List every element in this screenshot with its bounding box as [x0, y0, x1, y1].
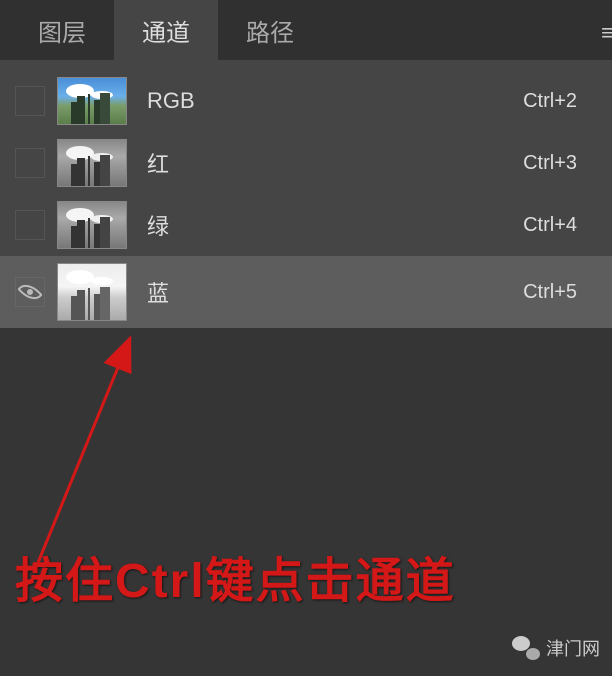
visibility-toggle[interactable]: [15, 277, 45, 307]
visibility-toggle[interactable]: [15, 148, 45, 178]
channel-row-red[interactable]: 红 Ctrl+3: [0, 132, 612, 194]
channel-shortcut: Ctrl+4: [523, 214, 597, 237]
channel-thumbnail: [57, 77, 127, 125]
watermark: 津门网: [512, 635, 600, 661]
channel-name: 红: [139, 147, 511, 179]
channel-row-rgb[interactable]: RGB Ctrl+2: [0, 70, 612, 132]
channel-shortcut: Ctrl+2: [523, 90, 597, 113]
visibility-toggle[interactable]: [15, 86, 45, 116]
tab-paths[interactable]: 路径: [218, 0, 322, 63]
watermark-text: 津门网: [546, 635, 600, 661]
channel-shortcut: Ctrl+5: [523, 281, 597, 304]
channel-thumbnail: [57, 263, 127, 321]
channel-shortcut: Ctrl+3: [523, 152, 597, 175]
channel-thumbnail: [57, 201, 127, 249]
tab-layers[interactable]: 图层: [10, 0, 114, 63]
channel-row-green[interactable]: 绿 Ctrl+4: [0, 194, 612, 256]
panel-menu-icon[interactable]: ≡: [601, 20, 612, 46]
channel-name: RGB: [139, 88, 511, 114]
annotation-text: 按住Ctrl键点击通道: [15, 541, 456, 611]
panel-tabs: 图层 通道 路径 ≡: [0, 0, 612, 60]
channel-name: 蓝: [139, 276, 511, 308]
visibility-toggle[interactable]: [15, 210, 45, 240]
channel-thumbnail: [57, 139, 127, 187]
eye-icon: [17, 279, 42, 304]
channel-name: 绿: [139, 209, 511, 241]
tab-channels[interactable]: 通道: [114, 0, 218, 63]
channel-row-blue[interactable]: 蓝 Ctrl+5: [0, 256, 612, 328]
wechat-icon: [512, 636, 540, 660]
channels-list: RGB Ctrl+2 红 Ctrl+3 绿 Ctrl+4 蓝 Ctrl+5: [0, 60, 612, 328]
